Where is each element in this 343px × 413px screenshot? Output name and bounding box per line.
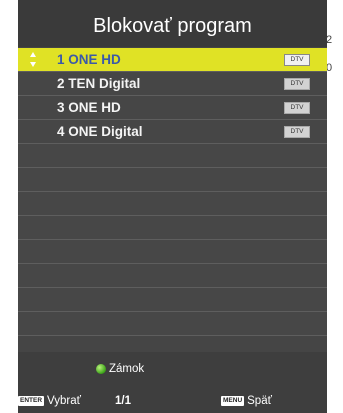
page-indicator: 1/1 [115,395,131,407]
menu-hint-label: Späť [247,395,272,407]
channel-name: 1 ONE HD [57,52,121,67]
empty-row [18,216,327,240]
dialog-title: Blokovať program [18,0,327,47]
channel-list: 1 ONE HD DTV 2 TEN Digital DTV 3 ONE HD … [18,48,327,336]
dialog-footer: Zámok ENTER Vybrať 1/1 MENU Späť [18,352,327,413]
empty-row [18,168,327,192]
green-dot-icon [96,364,106,374]
empty-row [18,264,327,288]
dtv-badge: DTV [284,54,310,66]
up-down-arrows-icon [30,52,36,67]
channel-name: 2 TEN Digital [57,76,141,91]
lock-legend-label: Zámok [109,363,145,375]
enter-hint[interactable]: ENTER Vybrať [18,394,81,408]
enter-key-icon: ENTER [18,396,45,406]
empty-row [18,192,327,216]
channel-row[interactable]: 2 TEN Digital DTV [18,72,327,96]
enter-hint-label: Vybrať [47,395,81,407]
menu-key-icon: MENU [221,396,245,406]
dtv-badge: DTV [284,102,310,114]
channel-name: 3 ONE HD [57,100,121,115]
lock-legend[interactable]: Zámok [96,361,144,377]
channel-row[interactable]: 4 ONE Digital DTV [18,120,327,144]
channel-name: 4 ONE Digital [57,124,143,139]
dtv-badge: DTV [284,126,310,138]
block-program-dialog: Blokovať program 1 ONE HD DTV 2 TEN Digi… [18,0,327,413]
empty-row [18,312,327,336]
empty-row [18,288,327,312]
channel-row[interactable]: 3 ONE HD DTV [18,96,327,120]
dtv-badge: DTV [284,78,310,90]
empty-row [18,240,327,264]
channel-row[interactable]: 1 ONE HD DTV [18,48,327,72]
menu-hint[interactable]: MENU Späť [221,394,272,408]
empty-row [18,144,327,168]
